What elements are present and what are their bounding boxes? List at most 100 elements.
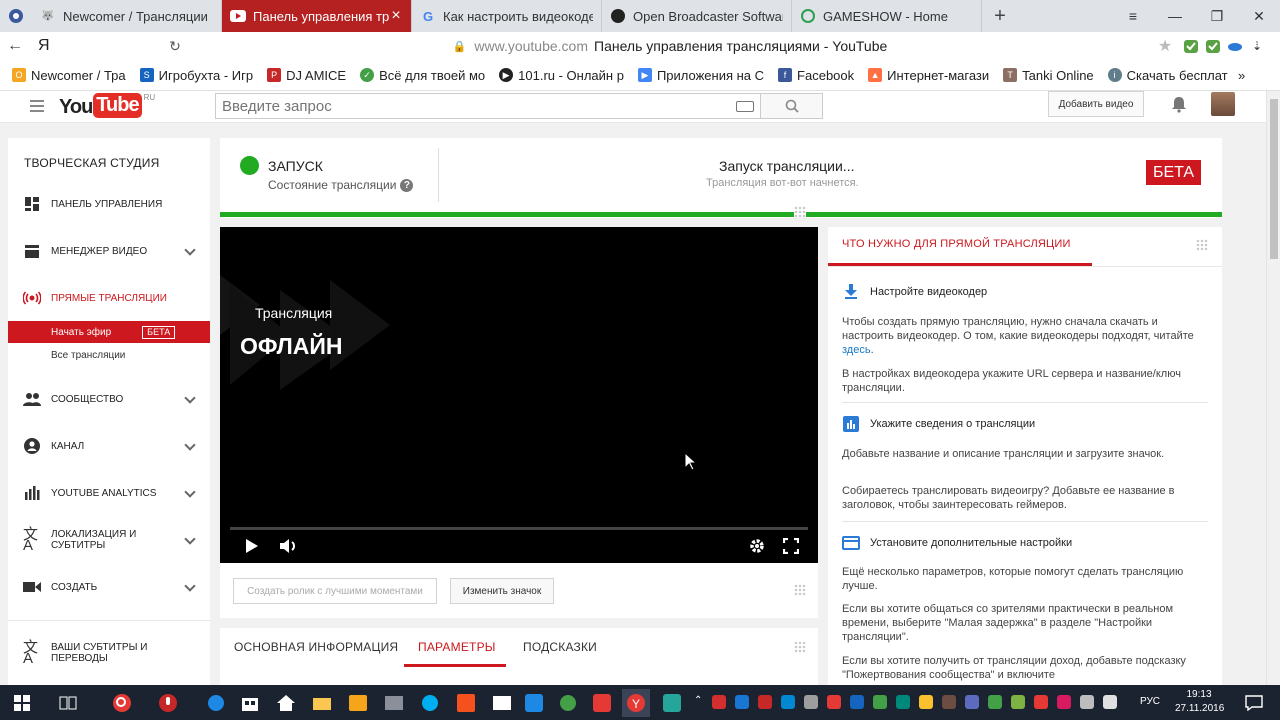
- bookmark-item[interactable]: T Tanki Online: [1003, 68, 1094, 83]
- scrollbar-thumb[interactable]: [1270, 99, 1278, 259]
- youtube-logo[interactable]: You Tube RU: [59, 93, 155, 119]
- yandex-browser-icon[interactable]: Y: [622, 689, 650, 717]
- tray-app-icon[interactable]: [758, 695, 772, 709]
- volume-tray-icon[interactable]: [1103, 695, 1117, 709]
- windows-start-icon[interactable]: [8, 689, 36, 717]
- tray-app-icon[interactable]: [1011, 695, 1025, 709]
- app-blue-icon[interactable]: [520, 689, 548, 717]
- create-highlights-button[interactable]: Создать ролик с лучшими моментами: [233, 578, 437, 604]
- file-explorer-icon[interactable]: [308, 689, 336, 717]
- network-icon[interactable]: [1080, 695, 1094, 709]
- cloud-extension-icon[interactable]: [1224, 35, 1246, 57]
- sidebar-item-your-subtitles[interactable]: 文A ВАШИ СУБТИТРЫ И ПЕРЕВОДЫ: [8, 638, 210, 668]
- tray-app-icon[interactable]: [850, 695, 864, 709]
- bookmark-star-icon[interactable]: ★: [1150, 36, 1180, 56]
- keyboard-icon[interactable]: [736, 101, 754, 112]
- sidebar-item-create[interactable]: СОЗДАТЬ: [8, 572, 210, 602]
- tray-app-icon[interactable]: [942, 695, 956, 709]
- video-player[interactable]: Трансляция ОФЛАЙН: [220, 227, 818, 563]
- close-window-icon[interactable]: ✕: [1238, 0, 1280, 32]
- bookmark-item[interactable]: ▲ Интернет-магази: [868, 68, 989, 83]
- task-view-icon[interactable]: [54, 689, 82, 717]
- yandex-icon[interactable]: [588, 689, 616, 717]
- search-app-icon[interactable]: [108, 689, 136, 717]
- app-tray-icon[interactable]: [658, 689, 686, 717]
- app-icon[interactable]: [380, 689, 408, 717]
- browser-tab-youtube[interactable]: Панель управления трансляциями - YouTube…: [222, 0, 412, 32]
- tray-app-icon[interactable]: [735, 695, 749, 709]
- tray-app-icon[interactable]: [804, 695, 818, 709]
- tray-app-icon[interactable]: [1057, 695, 1071, 709]
- sidebar-item-live[interactable]: ПРЯМЫЕ ТРАНСЛЯЦИИ: [8, 283, 210, 313]
- sidebar-subitem-all-streams[interactable]: Все трансляции: [8, 344, 210, 366]
- tray-app-icon[interactable]: [827, 695, 841, 709]
- new-tab-button[interactable]: +: [982, 0, 1018, 32]
- bookmarks-more-icon[interactable]: »: [1238, 68, 1245, 83]
- action-center-icon[interactable]: [1240, 689, 1268, 717]
- browser-logo-icon[interactable]: [0, 0, 32, 32]
- sidebar-subitem-start-stream[interactable]: Начать эфир БЕТА: [8, 321, 210, 343]
- microphone-icon[interactable]: [154, 689, 182, 717]
- edge-icon[interactable]: [202, 689, 230, 717]
- sidebar-item-analytics[interactable]: YOUTUBE ANALYTICS: [8, 478, 210, 508]
- search-input[interactable]: [216, 94, 716, 118]
- url-field[interactable]: 🔒 www.youtube.com Панель управления тран…: [190, 35, 1150, 57]
- tray-app-icon[interactable]: [873, 695, 887, 709]
- media-player-icon[interactable]: [344, 689, 372, 717]
- browser-tab-obs[interactable]: Open Broadcaster Software: [602, 0, 792, 32]
- sidebar-item-dashboard[interactable]: ПАНЕЛЬ УПРАВЛЕНИЯ: [8, 189, 210, 219]
- browser-tab-newcomer[interactable]: 🐺 Newcomer / Трансляции: [32, 0, 222, 32]
- volume-icon[interactable]: [279, 535, 299, 557]
- drag-handle-icon[interactable]: [794, 206, 806, 218]
- tray-app-icon[interactable]: [919, 695, 933, 709]
- tray-app-icon[interactable]: [965, 695, 979, 709]
- notifications-bell-icon[interactable]: [1170, 95, 1188, 113]
- store-icon[interactable]: [236, 689, 264, 717]
- tray-expand-icon[interactable]: ⌃: [694, 695, 708, 709]
- at-app-icon[interactable]: [554, 689, 582, 717]
- help-icon[interactable]: ?: [400, 178, 414, 192]
- skype-icon[interactable]: [416, 689, 444, 717]
- language-indicator[interactable]: РУС: [1140, 696, 1160, 707]
- change-thumbnail-button[interactable]: Изменить значок: [450, 578, 554, 604]
- tray-app-icon[interactable]: [1034, 695, 1048, 709]
- browser-tab-encoder[interactable]: G Как настроить видеокодер: [412, 0, 602, 32]
- sidebar-item-community[interactable]: СООБЩЕСТВО: [8, 384, 210, 414]
- mail-icon[interactable]: [488, 689, 516, 717]
- home-icon[interactable]: [272, 689, 300, 717]
- tray-app-icon[interactable]: [781, 695, 795, 709]
- bookmark-item[interactable]: i Скачать бесплат: [1107, 68, 1228, 83]
- bookmark-item[interactable]: ✓ Всё для твоей мо: [360, 68, 485, 83]
- sidebar-item-channel[interactable]: КАНАЛ: [8, 431, 210, 461]
- tray-app-icon[interactable]: [712, 695, 726, 709]
- back-arrow-icon[interactable]: ←: [0, 37, 30, 55]
- bookmark-item[interactable]: ▶ Приложения на С: [637, 68, 764, 83]
- bookmark-item[interactable]: О Newcomer / Тра: [12, 68, 126, 83]
- bookmark-item[interactable]: P DJ AMICE: [267, 68, 346, 83]
- search-button[interactable]: [761, 93, 823, 119]
- sidebar-item-video-manager[interactable]: МЕНЕДЖЕР ВИДЕО: [8, 236, 210, 266]
- restore-icon[interactable]: ❐: [1196, 0, 1238, 32]
- tray-app-icon[interactable]: [896, 695, 910, 709]
- drag-handle-icon[interactable]: [794, 641, 806, 653]
- play-icon[interactable]: [242, 535, 262, 557]
- tab-basic-info[interactable]: ОСНОВНАЯ ИНФОРМАЦИЯ: [234, 640, 398, 654]
- fullscreen-icon[interactable]: [781, 535, 801, 557]
- browser-tab-gameshow[interactable]: GAMESHOW - Home: [792, 0, 982, 32]
- close-tab-icon[interactable]: ×: [389, 7, 403, 25]
- drag-handle-icon[interactable]: [1196, 239, 1208, 251]
- bookmark-item[interactable]: S Игробухта - Игр: [139, 68, 253, 83]
- page-scrollbar[interactable]: [1266, 91, 1280, 685]
- tray-app-icon[interactable]: [988, 695, 1002, 709]
- avatar[interactable]: [1211, 92, 1235, 116]
- settings-gear-icon[interactable]: [747, 535, 767, 557]
- shield-extension-2-icon[interactable]: [1202, 35, 1224, 57]
- tab-parameters[interactable]: ПАРАМЕТРЫ: [418, 640, 496, 654]
- download-icon[interactable]: ⇣: [1246, 35, 1268, 57]
- sidebar-item-localization[interactable]: 文A ЛОКАЛИЗАЦИЯ И СУБТИТРЫ: [8, 525, 210, 555]
- player-progress-bar[interactable]: [230, 527, 808, 530]
- minimize-icon[interactable]: —: [1154, 0, 1196, 32]
- tab-cards[interactable]: ПОДСКАЗКИ: [523, 640, 597, 654]
- bookmark-item[interactable]: ▶ 101.ru - Онлайн р: [499, 68, 624, 83]
- menu-icon[interactable]: [30, 100, 44, 112]
